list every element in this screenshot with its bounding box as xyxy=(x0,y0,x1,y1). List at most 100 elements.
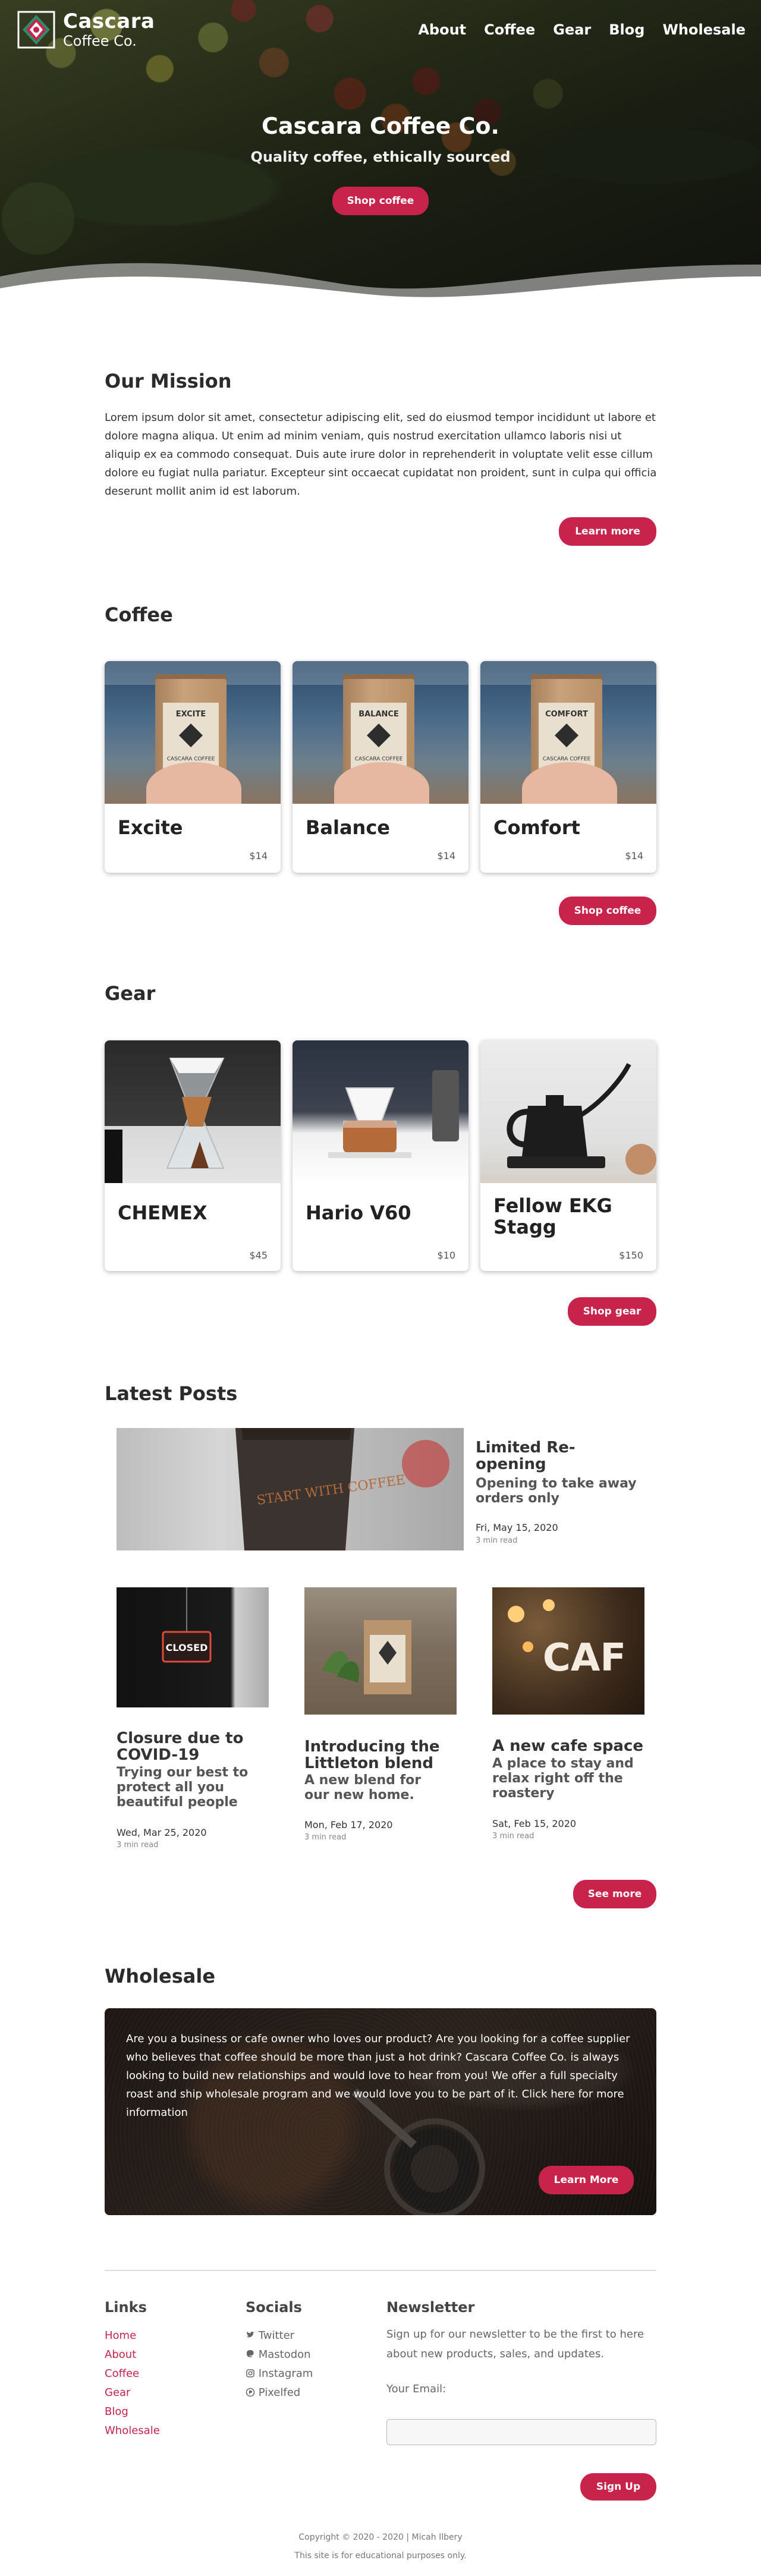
nav-blog[interactable]: Blog xyxy=(609,21,644,38)
social-mastodon[interactable]: Mastodon xyxy=(246,2348,311,2361)
nav-links: About Coffee Gear Blog Wholesale xyxy=(418,21,746,38)
featured-post-read-time: 3 min read xyxy=(476,1536,518,1545)
social-twitter[interactable]: Twitter xyxy=(246,2329,294,2342)
post-read-time: 3 min read xyxy=(304,1833,347,1842)
gear-price: $10 xyxy=(437,1250,455,1261)
post-littleton-image[interactable] xyxy=(304,1587,457,1715)
footer-link-blog[interactable]: Blog xyxy=(105,2405,128,2418)
social-label: Pixelfed xyxy=(258,2386,301,2399)
hero-title: Cascara Coffee Co. xyxy=(262,113,499,139)
post-closure-image[interactable]: CLOSED xyxy=(117,1587,269,1707)
post-title[interactable]: Introducing the Littleton blend xyxy=(304,1738,471,1772)
footer-socials-title: Socials xyxy=(246,2299,302,2316)
coffee-price: $14 xyxy=(437,850,455,861)
pixelfed-icon xyxy=(246,2388,255,2397)
newsletter-text: Sign up for our newsletter to be the fir… xyxy=(386,2328,644,2360)
twitter-icon xyxy=(246,2331,254,2338)
mission-learn-more-button[interactable]: Learn more xyxy=(559,517,656,546)
wholesale-text[interactable]: Are you a business or cafe owner who lov… xyxy=(126,2030,637,2122)
shop-coffee-button[interactable]: Shop coffee xyxy=(559,897,656,925)
nav-about[interactable]: About xyxy=(418,21,466,38)
post-date: Mon, Feb 17, 2020 xyxy=(304,1819,393,1830)
footer-newsletter-title: Newsletter xyxy=(386,2299,475,2316)
post-read-time: 3 min read xyxy=(117,1841,159,1850)
post-title[interactable]: Closure due to COVID-19 xyxy=(117,1730,277,1763)
nav-gear[interactable]: Gear xyxy=(553,21,591,38)
hero-content: Cascara Coffee Co. Quality coffee, ethic… xyxy=(0,113,761,215)
coffee-name: Comfort xyxy=(493,816,580,839)
gear-card-hario[interactable]: Hario V60 $10 xyxy=(293,1040,468,1271)
hero-shop-coffee-button[interactable]: Shop coffee xyxy=(332,187,429,215)
footer-link-coffee[interactable]: Coffee xyxy=(105,2367,139,2380)
post-title[interactable]: A new cafe space xyxy=(492,1738,653,1754)
hario-image xyxy=(293,1040,468,1183)
sign-up-button[interactable]: Sign Up xyxy=(580,2473,656,2500)
coffee-bag-image: EXCITE CASCARA COFFEE CO. xyxy=(105,661,281,804)
footer-link-about[interactable]: About xyxy=(105,2348,136,2361)
mission-title: Our Mission xyxy=(105,370,232,392)
footer-link-gear[interactable]: Gear xyxy=(105,2386,130,2399)
coffee-price: $14 xyxy=(625,850,643,861)
cafe-sign-illustration: CAF xyxy=(508,1599,626,1680)
post-subtitle: Trying our best to protect all you beaut… xyxy=(117,1765,249,1810)
gear-card-chemex[interactable]: CHEMEX $45 xyxy=(105,1040,281,1271)
featured-post-image[interactable]: START WITH COFFEE xyxy=(117,1428,464,1550)
wholesale-learn-more-button[interactable]: Learn More xyxy=(539,2166,634,2194)
email-label: Your Email: xyxy=(386,2383,446,2395)
gear-name: CHEMEX xyxy=(118,1201,207,1224)
hero-subtitle: Quality coffee, ethically sourced xyxy=(250,149,511,165)
mastodon-icon xyxy=(247,2350,254,2357)
coffee-bag-image: COMFORT CASCARA COFFEE CO. xyxy=(480,661,656,804)
gear-title: Gear xyxy=(105,982,156,1005)
posts-title: Latest Posts xyxy=(105,1382,238,1405)
coffee-name: Excite xyxy=(118,816,183,839)
social-pixelfed[interactable]: Pixelfed xyxy=(246,2386,300,2399)
gear-name: Fellow EKG Stagg xyxy=(493,1194,612,1238)
nav-wholesale[interactable]: Wholesale xyxy=(662,21,746,38)
copyright: Copyright © 2020 - 2020 | Micah Ilbery xyxy=(298,2533,463,2542)
brand-text: Cascara Coffee Co. xyxy=(63,11,155,48)
social-label: Instagram xyxy=(258,2367,313,2380)
post-subtitle: A new blend for our new home. xyxy=(304,1773,422,1803)
gear-price: $45 xyxy=(249,1250,268,1261)
nav-coffee[interactable]: Coffee xyxy=(484,21,535,38)
cascara-logo-icon xyxy=(17,11,55,49)
brand[interactable]: Cascara Coffee Co. xyxy=(17,10,155,49)
post-subtitle: A place to stay and relax right off the … xyxy=(492,1756,634,1801)
hero-wave xyxy=(0,263,761,312)
instagram-icon xyxy=(246,2369,254,2377)
coffee-card-balance[interactable]: BALANCE CASCARA COFFEE CO. Balance $14 xyxy=(293,661,468,873)
disclaimer: This site is for educational purposes on… xyxy=(294,2551,467,2561)
mission-text: Lorem ipsum dolor sit amet, consectetur … xyxy=(105,411,657,498)
chemex-illustration xyxy=(105,1058,225,1183)
kettle-image xyxy=(480,1040,656,1183)
gear-card-fellow[interactable]: Fellow EKG Stagg $150 xyxy=(480,1040,656,1271)
bag-name: EXCITE xyxy=(175,710,206,719)
coffee-card-comfort[interactable]: COMFORT CASCARA COFFEE CO. Comfort $14 xyxy=(480,661,656,873)
closed-sign-illustration: CLOSED xyxy=(162,1587,212,1663)
post-date: Sat, Feb 15, 2020 xyxy=(492,1818,577,1829)
wholesale-title: Wholesale xyxy=(105,1965,216,1987)
social-instagram[interactable]: Instagram xyxy=(246,2367,313,2380)
brand-subtitle: Coffee Co. xyxy=(63,33,137,49)
gear-price: $150 xyxy=(619,1250,643,1261)
hero: Cascara Coffee Co. About Coffee Gear Blo… xyxy=(0,0,761,312)
footer-link-home[interactable]: Home xyxy=(105,2329,136,2342)
coffee-cup-illustration: START WITH COFFEE xyxy=(235,1428,449,1550)
post-cafe-image[interactable]: CAF xyxy=(492,1587,644,1715)
shop-gear-button[interactable]: Shop gear xyxy=(568,1297,656,1326)
featured-post-title[interactable]: Limited Re-opening xyxy=(476,1439,642,1473)
sign-text: CLOSED xyxy=(166,1642,208,1653)
gear-name: Hario V60 xyxy=(306,1201,411,1224)
footer-link-wholesale[interactable]: Wholesale xyxy=(105,2424,160,2437)
see-more-button[interactable]: See more xyxy=(573,1880,656,1908)
coffee-card-excite[interactable]: EXCITE CASCARA COFFEE CO. Excite $14 xyxy=(105,661,281,873)
coffee-name: Balance xyxy=(306,816,390,839)
post-date: Wed, Mar 25, 2020 xyxy=(117,1827,207,1838)
featured-post-subtitle: Opening to take away orders only xyxy=(476,1476,637,1506)
email-input[interactable] xyxy=(386,2419,656,2445)
post-read-time: 3 min read xyxy=(492,1832,534,1841)
top-nav: Cascara Coffee Co. About Coffee Gear Blo… xyxy=(0,0,761,59)
wholesale-box: Are you a business or cafe owner who lov… xyxy=(105,2008,656,2215)
coffee-title: Coffee xyxy=(105,603,173,626)
